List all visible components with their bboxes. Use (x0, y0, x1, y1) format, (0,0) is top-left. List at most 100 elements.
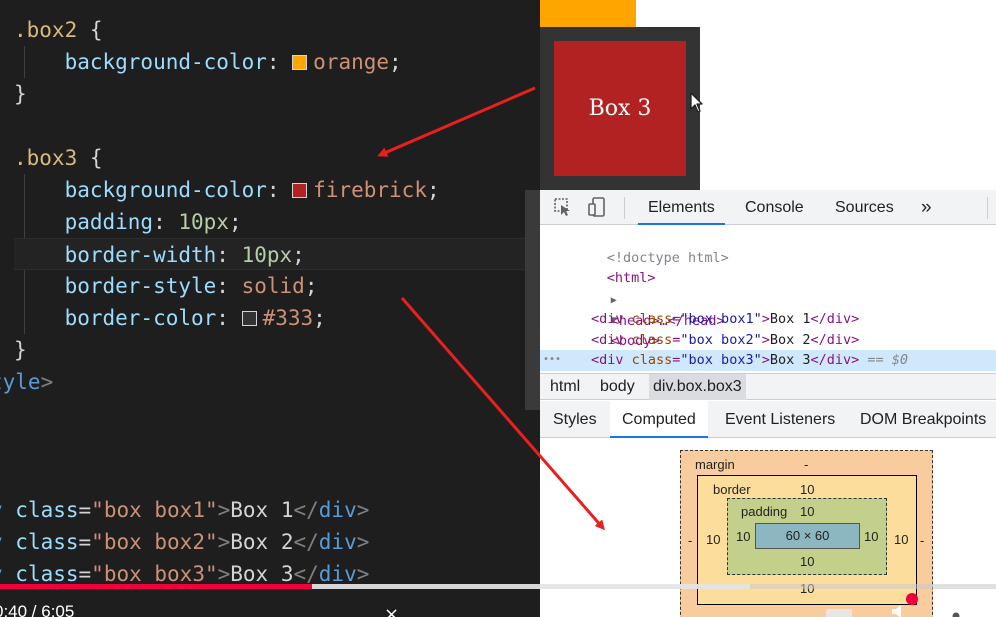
dom-head-node[interactable]: ▶ <head>…</head> (562, 268, 725, 330)
device-toolbar-icon[interactable] (586, 196, 608, 218)
code-line[interactable]: .box3 { (14, 142, 103, 174)
padding-label: padding (741, 504, 788, 519)
color-swatch-icon[interactable] (292, 55, 308, 70)
code-line[interactable]: .box2 { (14, 14, 103, 46)
code-line[interactable]: border-color: #333; (14, 302, 326, 334)
code-line[interactable]: border-style: solid; (14, 270, 318, 302)
tab-styles[interactable]: Styles (553, 401, 597, 438)
code-token: { (77, 146, 103, 170)
box-model-margin[interactable]: margin - - - border 10 10 10 10 padding … (680, 450, 933, 617)
code-token: { (77, 18, 103, 42)
code-token: Box 1 (230, 498, 294, 522)
more-options-icon[interactable]: ••• (543, 350, 561, 371)
code-line[interactable]: background-color: firebrick; (14, 174, 440, 206)
tab-elements[interactable]: Elements (638, 190, 725, 225)
code-token: </ (293, 562, 319, 586)
code-token: </ (293, 498, 319, 522)
more-tabs-icon[interactable]: » (921, 190, 932, 225)
code-token: </ (293, 530, 319, 554)
volume-icon[interactable] (890, 604, 912, 617)
browser-viewport[interactable]: Box 3 (540, 0, 996, 190)
dom-token: class (631, 311, 673, 327)
dom-token: > (761, 311, 770, 327)
close-icon[interactable]: × (384, 604, 399, 617)
breadcrumb-html[interactable]: html (546, 374, 584, 400)
code-token: border-style (14, 274, 217, 298)
code-token: = (78, 562, 92, 586)
box3-element[interactable]: Box 3 (540, 27, 700, 190)
dom-tree[interactable]: <!doctype html> <html> ▶ <head>…</head> … (540, 226, 996, 371)
code-token: v (0, 562, 15, 586)
code-line[interactable]: padding: 10px; (14, 206, 242, 238)
code-token: = (78, 498, 92, 522)
devtools-panel[interactable]: Elements Console Sources » <!doctype htm… (540, 190, 996, 617)
dom-token: "box box3" (680, 352, 762, 368)
dom-body-node[interactable]: ▼ <body> (562, 288, 660, 350)
border-left-value: 10 (706, 532, 721, 547)
code-token: : (216, 274, 242, 298)
progress-played (0, 584, 312, 589)
code-token: .box3 (14, 146, 78, 170)
margin-left-value: - (688, 533, 693, 548)
margin-top-value: - (804, 457, 809, 472)
code-editor[interactable]: .box2 { background-color: orange;} .box3 … (0, 0, 540, 617)
code-token: Box 3 (230, 562, 294, 586)
box-model-content[interactable]: 60 × 60 (755, 523, 860, 549)
code-line[interactable]: tyle> (0, 366, 53, 398)
box-model-padding[interactable]: padding 10 10 10 10 60 × 60 (727, 498, 887, 575)
code-line[interactable]: border-width: 10px; (14, 238, 539, 270)
breadcrumb-div-box3[interactable]: div.box.box3 (649, 374, 746, 400)
code-line[interactable]: background-color: orange; (14, 46, 402, 78)
code-token: > (40, 370, 54, 394)
padding-bottom-value: 10 (800, 554, 815, 569)
tab-dom-breakpoints[interactable]: DOM Breakpoints (860, 401, 986, 438)
code-token: div (318, 562, 357, 586)
color-swatch-icon[interactable] (241, 311, 257, 326)
code-token: background-color (14, 50, 267, 74)
dom-token: </div> (810, 332, 860, 348)
code-token: > (217, 562, 231, 586)
code-token: div (318, 498, 357, 522)
code-token: } (14, 338, 27, 362)
color-swatch-icon[interactable] (292, 183, 308, 198)
dom-token: "box box2" (680, 332, 762, 348)
dom-doctype[interactable]: <!doctype html> (558, 227, 729, 266)
tab-computed[interactable]: Computed (610, 401, 708, 438)
dom-html-node[interactable]: <html> (558, 247, 656, 286)
code-token: : (216, 243, 242, 267)
tab-event-listeners[interactable]: Event Listeners (725, 401, 835, 438)
code-token: class (15, 530, 79, 554)
dom-token: == $0 (859, 352, 909, 368)
tab-sources[interactable]: Sources (835, 190, 894, 225)
code-token: ; (389, 50, 402, 74)
code-token: class (15, 498, 79, 522)
tab-console[interactable]: Console (745, 190, 804, 225)
code-token: : (153, 210, 179, 234)
code-line[interactable]: } (14, 78, 27, 110)
code-line[interactable]: } (14, 334, 27, 366)
code-token: Box 2 (230, 530, 294, 554)
margin-label: margin (695, 457, 735, 472)
dom-div-node[interactable]: ••• <div class="box box3">Box 3</div> == … (540, 350, 996, 371)
mouse-cursor-icon (690, 92, 703, 113)
settings-gear-icon[interactable] (944, 604, 968, 617)
code-token: padding (14, 210, 154, 234)
code-line[interactable]: v class="box box2">Box 2</div> (0, 526, 369, 558)
dom-token: Box 1 (769, 311, 811, 327)
code-token: class (15, 562, 79, 586)
inspect-element-icon[interactable] (552, 196, 574, 218)
dom-token: <div (591, 311, 632, 327)
captions-icon[interactable] (826, 609, 852, 617)
breadcrumb-body[interactable]: body (596, 374, 639, 400)
dom-token: > (761, 332, 770, 348)
toolbar-separator (624, 197, 625, 219)
dom-token: class (631, 352, 673, 368)
border-right-value: 10 (894, 532, 909, 547)
code-token: ; (304, 274, 318, 298)
code-token: : (266, 178, 293, 202)
code-line[interactable]: v class="box box1">Box 1</div> (0, 494, 369, 526)
video-progress-bar[interactable] (0, 584, 996, 589)
dom-token: Box 2 (769, 332, 811, 348)
code-token: "box box2" (91, 530, 218, 554)
editor-scrollbar[interactable] (525, 190, 540, 410)
